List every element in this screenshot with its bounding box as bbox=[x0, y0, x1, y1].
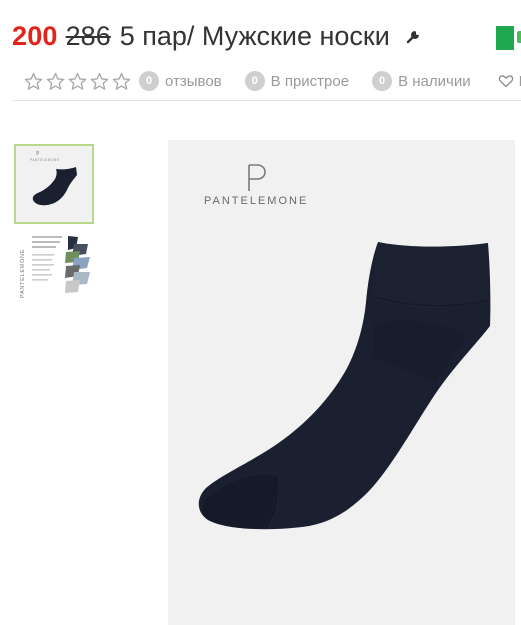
header-divider bbox=[12, 100, 521, 101]
product-header: 200 286 5 пар/ Мужские носки bbox=[12, 18, 422, 54]
star-outline-icon[interactable] bbox=[24, 72, 43, 91]
star-outline-icon[interactable] bbox=[112, 72, 131, 91]
wrench-icon[interactable] bbox=[406, 28, 422, 44]
thumb-brand-text: PANTELEMONE bbox=[30, 158, 59, 162]
price-old: 286 bbox=[65, 20, 111, 51]
status-color-sliver bbox=[517, 31, 521, 43]
status-color-bar bbox=[496, 26, 514, 50]
rating-stars[interactable] bbox=[24, 72, 131, 91]
thumbnail-size-chart[interactable]: PANTELEMONE bbox=[16, 232, 94, 302]
reviews-count-badge: 0 bbox=[139, 71, 159, 91]
star-outline-icon[interactable] bbox=[90, 72, 109, 91]
in-stock-label: В наличии bbox=[398, 72, 471, 90]
in-store-link[interactable]: 0 В пристрое bbox=[244, 71, 363, 91]
in-store-count-badge: 0 bbox=[244, 71, 265, 91]
star-outline-icon[interactable] bbox=[68, 72, 87, 91]
favorite-button[interactable]: В bbox=[494, 73, 521, 90]
in-store-label: В пристрое bbox=[270, 72, 350, 90]
sock-illustration bbox=[198, 242, 491, 530]
sock-thumbnail-image: P PANTELEMONE bbox=[16, 146, 92, 222]
heart-outline-icon bbox=[498, 75, 513, 88]
in-stock-count-badge: 0 bbox=[372, 71, 393, 91]
main-product-image[interactable]: PANTELEMONE bbox=[168, 140, 515, 625]
product-title: 5 пар/ Мужские носки bbox=[119, 20, 390, 51]
reviews-link[interactable]: 0 отзывов bbox=[139, 71, 236, 91]
thumbnail-selected[interactable]: P PANTELEMONE bbox=[14, 144, 94, 224]
product-meta: 0 отзывов 0 В пристрое 0 В наличии В bbox=[12, 68, 521, 94]
size-chart-thumbnail-image: PANTELEMONE bbox=[16, 232, 94, 302]
star-outline-icon[interactable] bbox=[46, 72, 65, 91]
reviews-label: отзывов bbox=[165, 72, 222, 90]
thumb2-brand-text: PANTELEMONE bbox=[20, 249, 26, 298]
price-current: 200 bbox=[12, 20, 58, 51]
in-stock-link[interactable]: 0 В наличии bbox=[372, 71, 485, 91]
